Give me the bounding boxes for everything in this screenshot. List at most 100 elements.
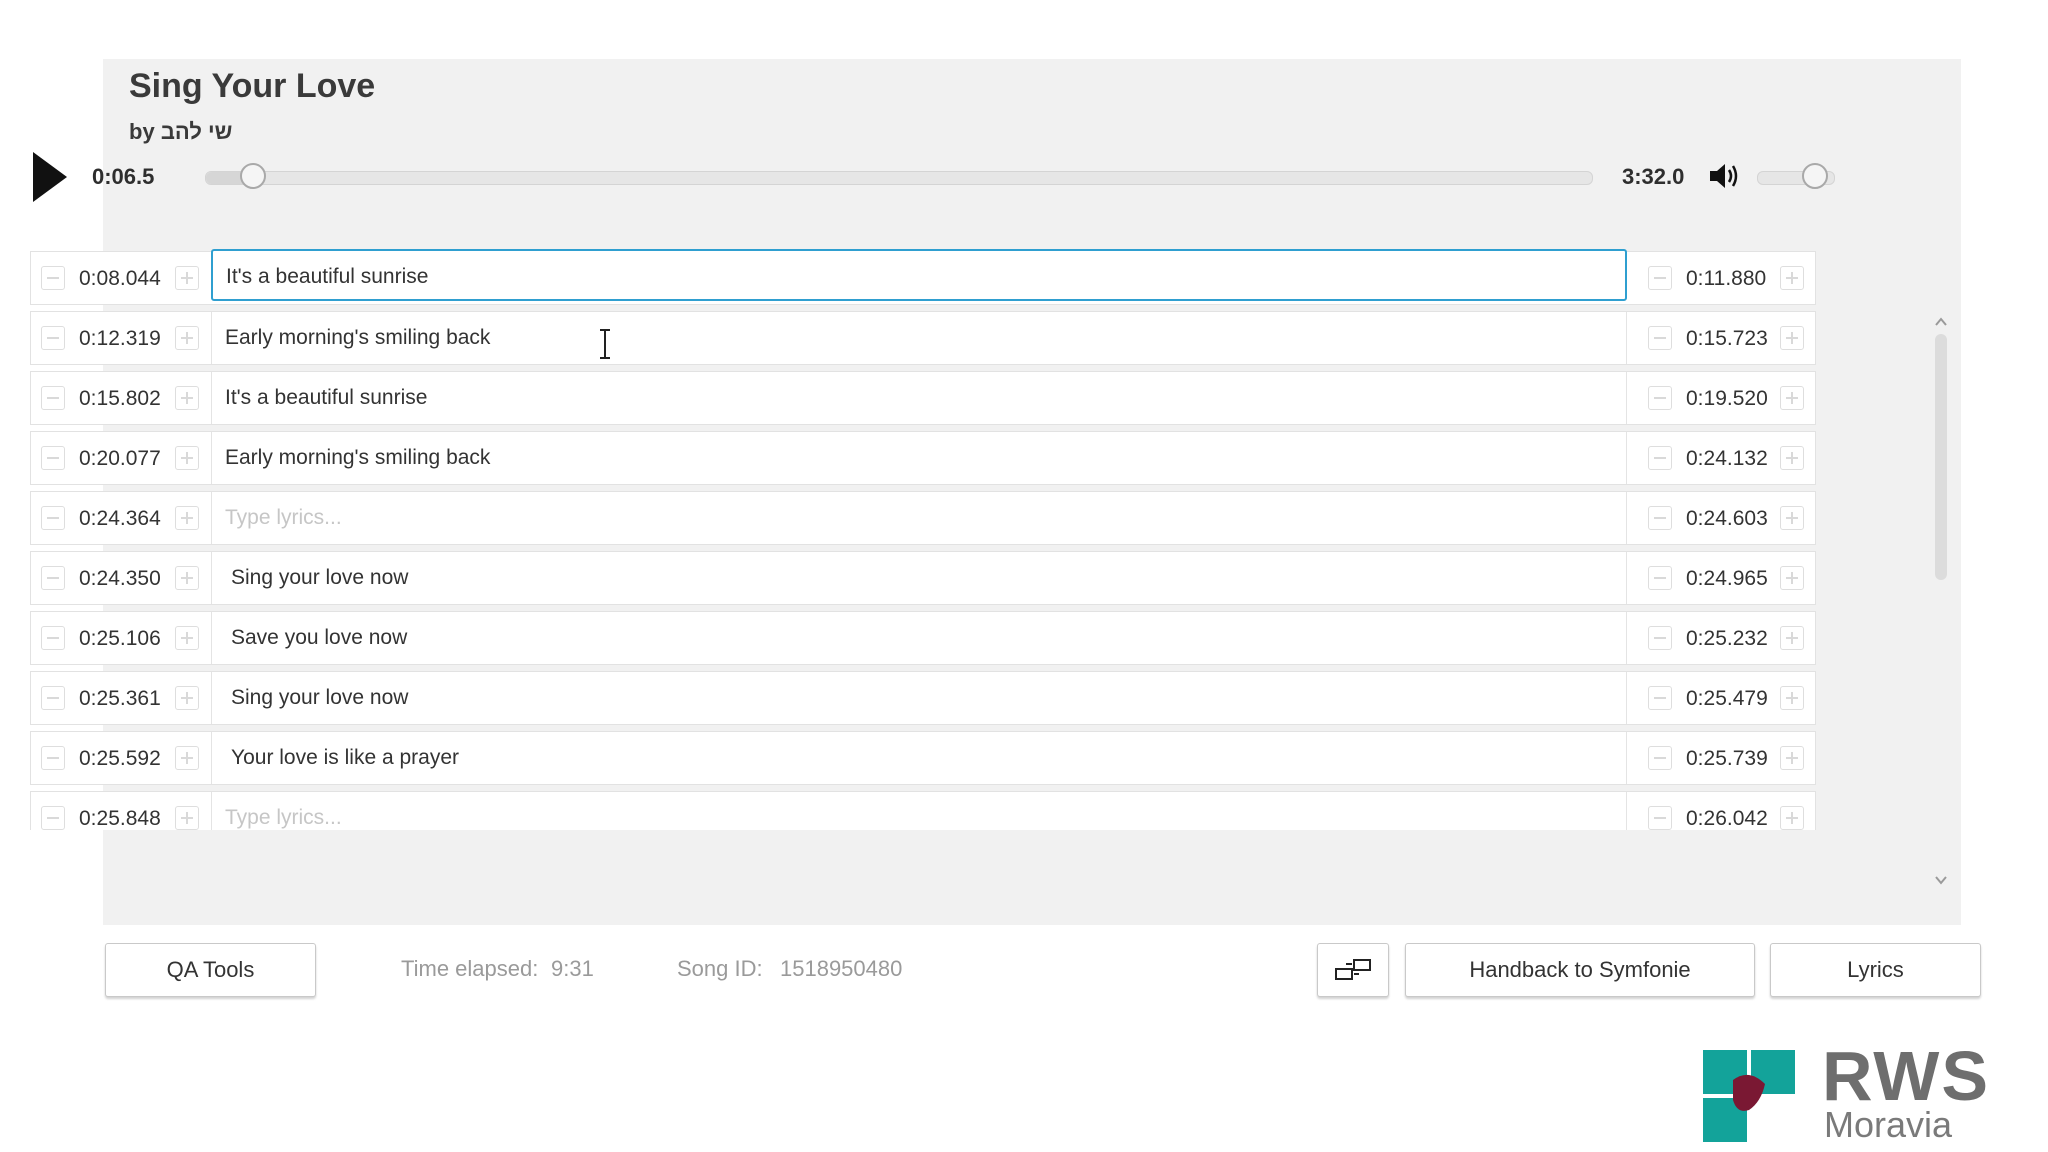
start-decrement-button[interactable] bbox=[41, 446, 65, 470]
lyric-row: 0:20.077 Early morning's smiling back 0:24… bbox=[30, 431, 1816, 485]
end-increment-button[interactable] bbox=[1780, 266, 1804, 290]
lyric-row: 0:24.364 Type lyrics... 0:24.603 bbox=[30, 491, 1816, 545]
lyric-input[interactable]: Type lyrics... bbox=[211, 792, 1627, 830]
end-increment-button[interactable] bbox=[1780, 746, 1804, 770]
end-increment-button[interactable] bbox=[1780, 386, 1804, 410]
scroll-up-icon[interactable] bbox=[1933, 314, 1949, 330]
end-increment-button[interactable] bbox=[1780, 806, 1804, 830]
lyric-input[interactable]: Early morning's smiling back bbox=[211, 432, 1627, 484]
start-time[interactable]: 0:12.319 bbox=[79, 327, 161, 351]
lyric-row: 0:12.319 Early morning's smiling back 0:15… bbox=[30, 311, 1816, 365]
start-time[interactable]: 0:08.044 bbox=[79, 267, 161, 291]
end-time[interactable]: 0:26.042 bbox=[1686, 807, 1768, 830]
start-time[interactable]: 0:24.364 bbox=[79, 507, 161, 531]
end-time[interactable]: 0:15.723 bbox=[1686, 327, 1768, 351]
end-increment-button[interactable] bbox=[1780, 566, 1804, 590]
lyric-row: 0:25.361 Sing your love now 0:25.479 bbox=[30, 671, 1816, 725]
start-decrement-button[interactable] bbox=[41, 566, 65, 590]
lyric-rows: 0:08.044 It's a beautiful sunrise 0:11.880… bbox=[30, 249, 1816, 830]
end-decrement-button[interactable] bbox=[1648, 626, 1672, 650]
start-decrement-button[interactable] bbox=[41, 266, 65, 290]
end-time[interactable]: 0:24.965 bbox=[1686, 567, 1768, 591]
start-increment-button[interactable] bbox=[175, 806, 199, 830]
start-increment-button[interactable] bbox=[175, 566, 199, 590]
start-decrement-button[interactable] bbox=[41, 746, 65, 770]
start-decrement-button[interactable] bbox=[41, 326, 65, 350]
scrollbar-track[interactable] bbox=[1935, 334, 1947, 864]
lyric-input[interactable]: Sing your love now bbox=[211, 672, 1627, 724]
start-time[interactable]: 0:25.592 bbox=[79, 747, 161, 771]
start-increment-button[interactable] bbox=[175, 686, 199, 710]
end-decrement-button[interactable] bbox=[1648, 386, 1672, 410]
end-time[interactable]: 0:19.520 bbox=[1686, 387, 1768, 411]
end-time[interactable]: 0:11.880 bbox=[1686, 267, 1766, 291]
handback-button[interactable]: Handback to Symfonie bbox=[1405, 943, 1755, 997]
start-time[interactable]: 0:25.848 bbox=[79, 807, 161, 830]
end-increment-button[interactable] bbox=[1780, 506, 1804, 530]
play-button[interactable] bbox=[33, 152, 67, 202]
time-elapsed-value: 9:31 bbox=[551, 956, 594, 981]
end-decrement-button[interactable] bbox=[1648, 806, 1672, 830]
by-label: by bbox=[129, 119, 155, 144]
seek-knob[interactable] bbox=[240, 163, 267, 189]
end-decrement-button[interactable] bbox=[1648, 746, 1672, 770]
end-time[interactable]: 0:25.739 bbox=[1686, 747, 1768, 771]
start-decrement-button[interactable] bbox=[41, 806, 65, 830]
start-increment-button[interactable] bbox=[175, 326, 199, 350]
swap-button[interactable] bbox=[1317, 943, 1389, 997]
lyric-input[interactable]: Sing your love now bbox=[211, 552, 1627, 604]
end-time[interactable]: 0:25.232 bbox=[1686, 627, 1768, 651]
volume-knob[interactable] bbox=[1802, 163, 1828, 189]
total-time: 3:32.0 bbox=[1622, 164, 1685, 189]
lyric-input[interactable]: Early morning's smiling back bbox=[211, 312, 1627, 364]
lyrics-button[interactable]: Lyrics bbox=[1770, 943, 1981, 997]
start-time[interactable]: 0:15.802 bbox=[79, 387, 161, 411]
end-decrement-button[interactable] bbox=[1648, 446, 1672, 470]
end-time[interactable]: 0:24.603 bbox=[1686, 507, 1768, 531]
end-increment-button[interactable] bbox=[1780, 446, 1804, 470]
qa-tools-button[interactable]: QA Tools bbox=[105, 943, 316, 997]
start-increment-button[interactable] bbox=[175, 266, 199, 290]
end-time[interactable]: 0:25.479 bbox=[1686, 687, 1768, 711]
seek-bar[interactable] bbox=[205, 163, 1593, 189]
lyric-row: 0:15.802 It's a beautiful sunrise 0:19.520 bbox=[30, 371, 1816, 425]
start-increment-button[interactable] bbox=[175, 446, 199, 470]
end-time[interactable]: 0:24.132 bbox=[1686, 447, 1768, 471]
lyric-row: 0:25.848 Type lyrics... 0:26.042 bbox=[30, 791, 1816, 830]
lyric-row: 0:08.044 It's a beautiful sunrise 0:11.880 bbox=[30, 249, 1816, 305]
start-increment-button[interactable] bbox=[175, 386, 199, 410]
end-decrement-button[interactable] bbox=[1648, 566, 1672, 590]
start-decrement-button[interactable] bbox=[41, 386, 65, 410]
start-decrement-button[interactable] bbox=[41, 686, 65, 710]
end-decrement-button[interactable] bbox=[1648, 326, 1672, 350]
swap-windows-icon bbox=[1335, 959, 1371, 980]
end-increment-button[interactable] bbox=[1780, 686, 1804, 710]
start-increment-button[interactable] bbox=[175, 506, 199, 530]
time-elapsed-label: Time elapsed: bbox=[401, 956, 539, 981]
lyric-input[interactable]: It's a beautiful sunrise bbox=[211, 372, 1627, 424]
scroll-down-icon[interactable] bbox=[1933, 872, 1949, 888]
end-decrement-button[interactable] bbox=[1648, 686, 1672, 710]
start-time[interactable]: 0:25.106 bbox=[79, 627, 161, 651]
start-time[interactable]: 0:20.077 bbox=[79, 447, 161, 471]
end-increment-button[interactable] bbox=[1780, 626, 1804, 650]
start-time[interactable]: 0:24.350 bbox=[79, 567, 161, 591]
song-title: Sing Your Love bbox=[129, 67, 376, 105]
lyric-input[interactable]: Type lyrics... bbox=[211, 492, 1627, 544]
start-time[interactable]: 0:25.361 bbox=[79, 687, 161, 711]
lyric-input[interactable]: It's a beautiful sunrise bbox=[211, 249, 1627, 301]
scrollbar-thumb[interactable] bbox=[1935, 334, 1947, 580]
volume-slider[interactable] bbox=[1757, 163, 1835, 189]
logo-subbrand: Moravia bbox=[1824, 1104, 1953, 1145]
volume-icon[interactable] bbox=[1706, 158, 1742, 194]
lyric-input[interactable]: Your love is like a prayer bbox=[211, 732, 1627, 784]
start-decrement-button[interactable] bbox=[41, 506, 65, 530]
start-increment-button[interactable] bbox=[175, 746, 199, 770]
lyric-input[interactable]: Save you love now bbox=[211, 612, 1627, 664]
start-decrement-button[interactable] bbox=[41, 626, 65, 650]
song-id-label: Song ID: bbox=[677, 956, 763, 981]
end-increment-button[interactable] bbox=[1780, 326, 1804, 350]
end-decrement-button[interactable] bbox=[1648, 266, 1672, 290]
start-increment-button[interactable] bbox=[175, 626, 199, 650]
end-decrement-button[interactable] bbox=[1648, 506, 1672, 530]
